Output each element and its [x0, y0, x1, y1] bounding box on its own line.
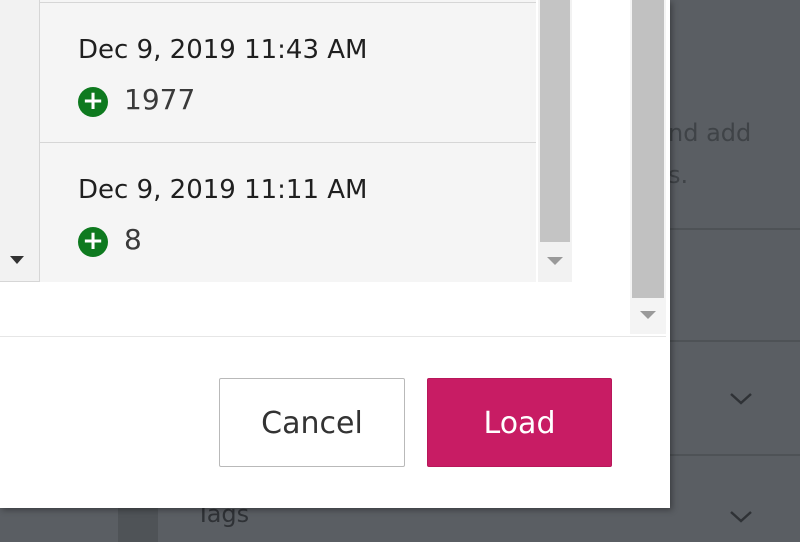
version-list-item[interactable]: Dec 9, 2019 11:11 AM + 8	[40, 142, 536, 282]
chevron-down-icon	[730, 511, 752, 523]
list-scrollbar-thumb[interactable]	[540, 0, 570, 242]
version-date: Dec 9, 2019 11:43 AM	[78, 35, 368, 65]
scroll-down-arrow-icon[interactable]	[640, 311, 656, 319]
footer-divider	[0, 336, 666, 337]
version-history-list: Dec 9, 2019 11:43 AM + 1977 Dec 9, 2019 …	[40, 0, 536, 282]
version-list-item[interactable]: Dec 9, 2019 11:43 AM + 1977	[40, 2, 536, 142]
version-date: Dec 9, 2019 11:11 AM	[78, 175, 368, 205]
chevron-down-icon	[730, 393, 752, 405]
left-dropdown[interactable]	[0, 0, 40, 282]
background-divider	[656, 340, 800, 342]
version-change-count: 8	[124, 223, 142, 256]
background-divider	[656, 228, 800, 230]
list-scrollbar[interactable]	[538, 0, 572, 282]
caret-down-icon[interactable]	[10, 256, 24, 264]
load-button[interactable]: Load	[427, 378, 612, 467]
background-panel	[656, 0, 800, 542]
plus-circle-icon: +	[78, 87, 108, 117]
load-version-dialog: Dec 9, 2019 11:43 AM + 1977 Dec 9, 2019 …	[0, 0, 670, 508]
background-divider	[656, 454, 800, 456]
dialog-scrollbar[interactable]	[630, 0, 666, 334]
plus-circle-icon: +	[78, 227, 108, 257]
background-hint-text: nd add s.	[668, 119, 752, 189]
version-change-count: 1977	[124, 83, 196, 116]
background-tags-stub	[118, 508, 158, 542]
dialog-scrollbar-thumb[interactable]	[632, 0, 664, 298]
scroll-down-arrow-icon[interactable]	[547, 257, 563, 265]
cancel-button[interactable]: Cancel	[219, 378, 405, 467]
